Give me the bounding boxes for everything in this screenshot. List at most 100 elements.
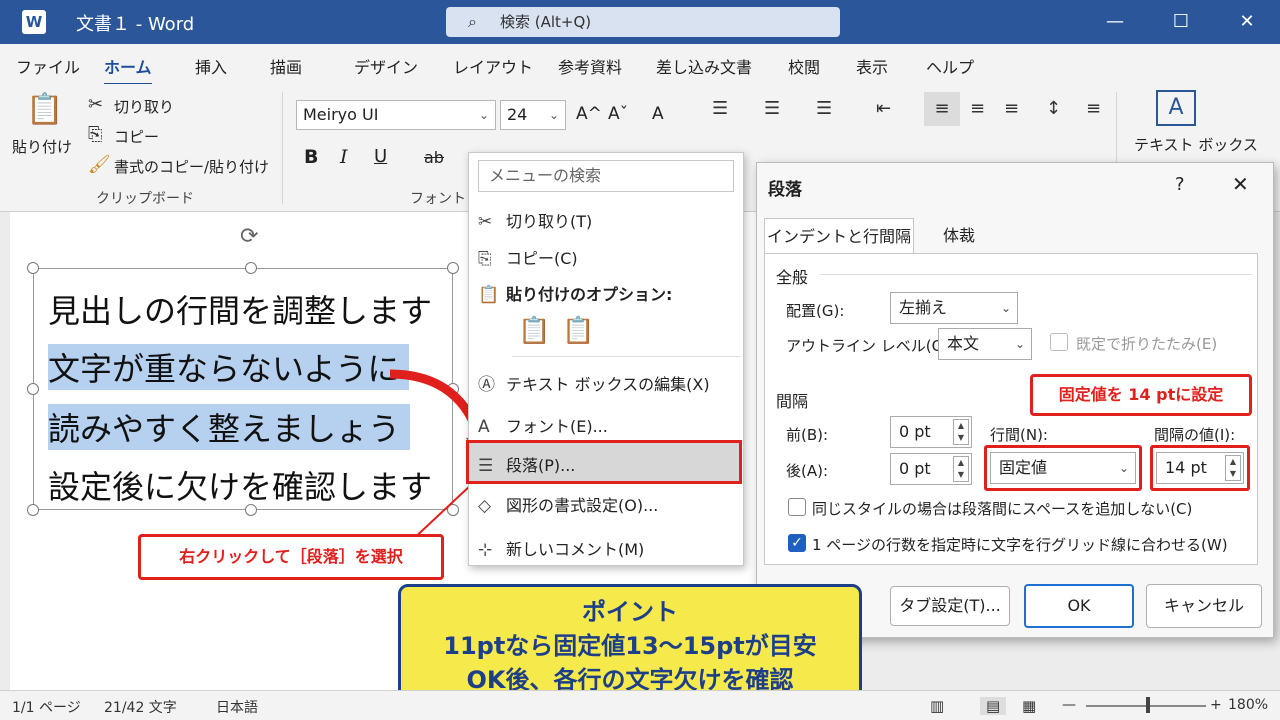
after-value: 0 pt [899,459,931,478]
outline-level-label: アウトライン レベル(O): [786,337,955,355]
clear-format-button[interactable]: A [652,104,664,124]
no-space-checkbox[interactable] [788,498,806,516]
read-mode-icon[interactable]: ▥ [930,697,944,715]
align-right-icon[interactable]: ≡ [1004,98,1019,119]
before-label: 前(B): [786,426,829,444]
before-spinner[interactable]: 0 pt ▲ ▼ [890,416,972,448]
dialog-close-button[interactable]: ✕ [1232,172,1249,196]
text-line-selected[interactable]: 読みやすく整えましょう [48,404,411,450]
menu-item-cut[interactable]: ✂ 切り取り(T) [478,208,592,232]
outline-level-value: 本文 [947,334,980,353]
resize-handle[interactable] [27,383,39,395]
align-center-icon[interactable]: ≡ [970,98,985,119]
menu-item-new-comment[interactable]: ⊹ 新しいコメント(M) [478,536,644,560]
text-line[interactable]: 見出しの行間を調整します [48,286,432,332]
spinner-arrows-icon[interactable]: ▲ ▼ [953,419,969,445]
spinner-arrows-icon[interactable]: ▲ ▼ [1225,455,1241,481]
textbox-button[interactable]: テキスト ボックス [1134,134,1258,155]
language[interactable]: 日本語 [216,697,258,717]
zoom-level[interactable]: 180% [1228,697,1268,713]
minimize-button[interactable]: — [1100,8,1130,36]
italic-button[interactable]: I [340,146,348,168]
tab-view[interactable]: 表示 [856,54,888,78]
cut-button[interactable]: 切り取り [114,96,174,117]
tab-design[interactable]: デザイン [354,54,418,78]
ok-button[interactable]: OK [1024,584,1134,628]
align-left-icon[interactable]: ≡ [924,92,960,126]
copy-button[interactable]: コピー [114,126,159,147]
menu-divider [512,356,740,357]
strikethrough-button[interactable]: ab [424,148,444,167]
resize-handle[interactable] [447,262,459,274]
format-painter-button[interactable]: 書式のコピー/貼り付け [114,156,269,177]
tab-line-page-breaks[interactable]: 体裁 [924,218,994,254]
after-spinner[interactable]: 0 pt ▲ ▼ [890,453,972,485]
collapse-checkbox[interactable] [1050,333,1068,351]
spinner-arrows-icon[interactable]: ▲ ▼ [953,456,969,482]
tab-help[interactable]: ヘルプ [926,54,974,78]
menu-item-copy[interactable]: ⎘ コピー(C) [478,245,578,269]
snap-grid-checkbox[interactable]: ✓ [788,534,806,552]
decrease-indent-icon[interactable]: ⇤ [876,98,891,119]
menu-item-font[interactable]: A フォント(E)... [478,413,608,437]
ribbon-divider [282,92,283,204]
tab-layout[interactable]: レイアウト [453,54,533,78]
close-button[interactable]: ✕ [1232,8,1262,36]
font-size-dropdown[interactable]: 24 ⌄ [500,100,566,130]
grow-font-button[interactable]: A^ [576,104,602,124]
zoom-in-icon[interactable]: + [1210,697,1222,713]
cancel-button[interactable]: キャンセル [1146,584,1262,628]
tab-draw[interactable]: 描画 [270,54,302,78]
word-count[interactable]: 21/42 文字 [104,697,177,717]
alignment-dropdown[interactable]: 左揃え ⌄ [890,292,1018,324]
tip-line: 11ptなら固定値13～15ptが目安 [443,632,817,660]
zoom-out-icon[interactable]: — [1062,697,1076,713]
underline-button[interactable]: U [374,146,387,167]
menu-item-paragraph[interactable]: ☰ 段落(P)... [478,452,575,476]
line-spacing-dropdown[interactable]: 固定値 ⌄ [990,452,1136,484]
paste-button[interactable]: 貼り付け [12,136,72,157]
menu-item-shape-format[interactable]: ◇ 図形の書式設定(O)... [478,492,658,516]
tab-indent-spacing[interactable]: インデントと行間隔 [764,218,914,254]
shrink-font-button[interactable]: Aˇ [608,104,628,124]
help-button[interactable]: ? [1175,174,1185,195]
line-spacing-icon[interactable]: ↕ [1046,98,1061,119]
tab-mailings[interactable]: 差し込み文書 [656,54,752,78]
paste-icon[interactable]: 📋 [26,92,63,127]
status-bar: 1/1 ページ 21/42 文字 日本語 ▥ ▤ ▦ — + 180% [0,690,1280,720]
tab-references[interactable]: 参考資料 [558,54,622,78]
bullets-icon[interactable]: ☰ [712,98,728,119]
tabs-button[interactable]: タブ設定(T)... [890,586,1010,626]
menu-item-edit-textbox[interactable]: Ⓐ テキスト ボックスの編集(X) [478,370,710,395]
numbering-icon[interactable]: ☰ [764,98,780,119]
font-name-dropdown[interactable]: Meiryo UI ⌄ [296,100,496,130]
menu-search-input[interactable]: メニューの検索 [478,160,734,192]
textbox-icon[interactable]: A [1156,90,1196,126]
paste-merge-format-icon[interactable]: 📋 [562,316,594,346]
justify-icon[interactable]: ≡ [1086,98,1101,119]
tab-home[interactable]: ホーム [104,54,152,86]
spacing-at-spinner[interactable]: 14 pt ▲ ▼ [1156,452,1244,484]
tab-review[interactable]: 校閲 [788,54,820,78]
tab-file[interactable]: ファイル [16,54,80,78]
page-count[interactable]: 1/1 ページ [12,697,81,717]
tab-insert[interactable]: 挿入 [195,54,227,78]
resize-handle[interactable] [27,262,39,274]
textbox-edit-icon: Ⓐ [478,375,495,395]
text-line-selected[interactable]: 文字が重ならないように [48,344,410,390]
paste-keep-format-icon[interactable]: 📋 [518,316,550,346]
maximize-button[interactable]: ☐ [1166,8,1196,36]
resize-handle[interactable] [245,262,257,274]
resize-handle[interactable] [27,504,39,516]
zoom-slider-thumb[interactable] [1146,697,1150,713]
chevron-down-icon: ⌄ [1014,337,1025,351]
word-logo-icon: W [22,10,46,34]
print-layout-icon[interactable]: ▤ [980,697,1007,715]
bold-button[interactable]: B [304,146,318,168]
rotate-handle-icon[interactable]: ⟳ [240,224,258,249]
multilevel-list-icon[interactable]: ☰ [816,98,832,119]
web-layout-icon[interactable]: ▦ [1022,697,1036,715]
outline-level-dropdown[interactable]: 本文 ⌄ [938,328,1032,360]
text-line[interactable]: 設定後に欠けを確認します [48,462,432,508]
search-box[interactable]: ⌕ 検索 (Alt+Q) [446,7,840,37]
